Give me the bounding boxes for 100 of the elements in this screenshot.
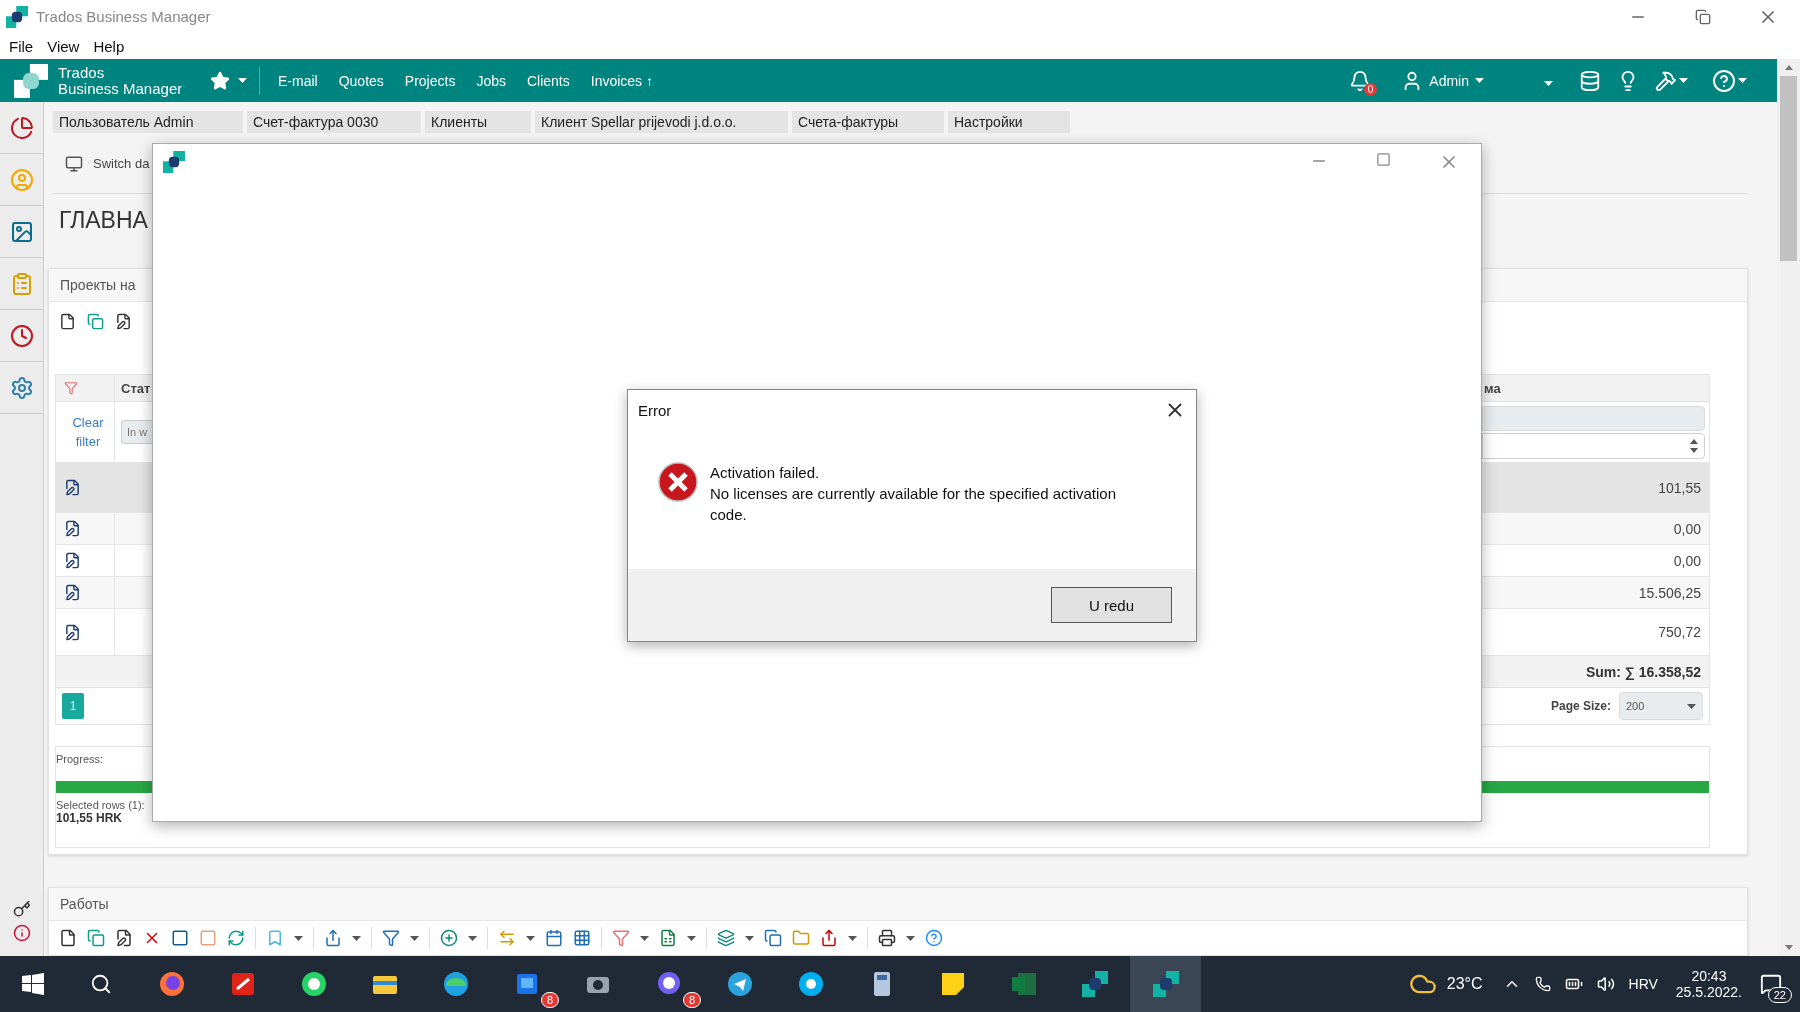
clear-filter-link[interactable]: Clear filter xyxy=(68,413,108,451)
tab[interactable]: Клиент Spellar prijevodi j.d.o.o. xyxy=(535,111,788,133)
nav-link[interactable]: Clients xyxy=(526,72,570,89)
monitor-icon[interactable] xyxy=(65,154,83,173)
filter-field[interactable] xyxy=(1482,405,1705,431)
switch-dashboard-link[interactable]: Switch da xyxy=(93,156,150,172)
caret-icon xyxy=(352,935,361,941)
caret-icon xyxy=(294,935,303,941)
grid-icon[interactable] xyxy=(573,929,591,947)
table-cell: 15.506,25 xyxy=(1482,576,1709,608)
spreadsheet-icon[interactable] xyxy=(1009,970,1038,998)
refresh-icon[interactable] xyxy=(227,929,245,947)
spreadsheet-icon[interactable] xyxy=(659,929,677,947)
settings-icon[interactable] xyxy=(9,375,34,400)
page-size-label: Page Size: xyxy=(1550,699,1611,713)
caret-icon xyxy=(906,935,915,941)
volume-icon[interactable] xyxy=(1596,975,1615,993)
nav-link[interactable]: E-mail xyxy=(278,72,318,89)
file-icon[interactable] xyxy=(59,929,77,947)
layers-icon[interactable] xyxy=(717,929,735,947)
calendar-icon[interactable] xyxy=(545,929,563,947)
edit-row-icon[interactable] xyxy=(64,584,81,601)
picture-frame-icon[interactable] xyxy=(9,219,34,244)
temperature: 23°C xyxy=(1446,975,1483,993)
printer-icon[interactable] xyxy=(878,929,896,947)
tab[interactable]: Пользователь Admin xyxy=(53,111,243,133)
filter-icon[interactable] xyxy=(382,929,400,947)
select-all-icon[interactable] xyxy=(171,929,189,947)
nav-link[interactable]: Quotes xyxy=(338,72,384,89)
filter-icon[interactable] xyxy=(612,929,630,947)
copy-icon[interactable] xyxy=(87,929,105,947)
caret-icon xyxy=(410,935,419,941)
number-filter-field[interactable] xyxy=(1482,432,1705,459)
tab[interactable]: Счета-фактуры xyxy=(792,111,944,133)
menu-item[interactable]: Help xyxy=(93,37,125,55)
error-message: No licenses are currently available for the specified activation code. xyxy=(710,484,1118,525)
logo-icon xyxy=(163,151,185,173)
hammer-icon[interactable] xyxy=(1655,69,1677,92)
app-badge: 8 xyxy=(682,992,701,1008)
add-icon[interactable] xyxy=(440,929,458,947)
logo-icon xyxy=(14,63,48,98)
star-icon[interactable] xyxy=(210,70,230,91)
edit-file-icon[interactable] xyxy=(115,929,133,947)
help-icon[interactable] xyxy=(925,929,943,947)
app-badge: 8 xyxy=(540,992,559,1008)
export-icon[interactable] xyxy=(324,929,342,947)
clock-time: 20:43 xyxy=(1691,968,1727,984)
page-heading: ГЛАВНА xyxy=(59,207,149,236)
copy-icon[interactable] xyxy=(87,312,104,330)
scrollbar-thumb[interactable] xyxy=(1780,76,1797,261)
clock-icon[interactable] xyxy=(9,323,34,348)
edit-row-icon[interactable] xyxy=(64,552,81,569)
key-icon[interactable] xyxy=(12,900,31,918)
language-indicator[interactable]: HRV xyxy=(1628,976,1658,992)
filter-icon[interactable] xyxy=(64,381,78,395)
table-cell: 0,00 xyxy=(1482,512,1709,544)
pie-chart-icon[interactable] xyxy=(9,115,34,140)
file-icon[interactable] xyxy=(59,312,76,330)
status-filter-field[interactable]: In w xyxy=(121,420,152,444)
edit-row-icon[interactable] xyxy=(64,520,81,537)
menu-item[interactable]: File xyxy=(9,37,34,55)
caret-icon xyxy=(640,935,649,941)
logo-icon[interactable] xyxy=(1151,970,1180,998)
tab[interactable]: Счет-фактура 0030 xyxy=(247,111,421,133)
database-icon[interactable] xyxy=(1579,69,1601,92)
paper-plane-icon[interactable] xyxy=(725,970,754,998)
spinner-arrows-icon[interactable] xyxy=(1690,437,1698,454)
caret-icon xyxy=(526,935,535,941)
info-icon[interactable] xyxy=(12,924,31,942)
restore-icon[interactable] xyxy=(1694,8,1711,25)
panel-title: Работы xyxy=(60,896,109,912)
menu-item[interactable]: View xyxy=(47,37,80,55)
tab[interactable]: Настройки xyxy=(948,111,1070,133)
notification-count: 22 xyxy=(1767,987,1792,1003)
copy-icon[interactable] xyxy=(764,929,782,947)
progress-label: Progress: xyxy=(56,753,105,765)
tab[interactable]: Клиенты xyxy=(425,111,531,133)
page-size-select[interactable]: 200 xyxy=(1619,692,1703,720)
caret-icon xyxy=(468,935,477,941)
caret-icon xyxy=(1544,80,1553,86)
browser-icon[interactable] xyxy=(157,970,186,998)
browser-icon[interactable] xyxy=(441,970,470,998)
edit-row-icon[interactable] xyxy=(64,623,81,641)
nav-link[interactable]: Jobs xyxy=(476,72,506,89)
column-header[interactable]: ма xyxy=(1482,375,1709,402)
search-icon[interactable] xyxy=(90,973,112,995)
logo-icon[interactable] xyxy=(1080,970,1109,998)
nav-link[interactable]: Projects xyxy=(404,72,456,89)
error-icon xyxy=(658,462,698,502)
device-icon[interactable] xyxy=(1534,976,1551,992)
edit-file-icon[interactable] xyxy=(115,312,132,330)
sum-total: Sum: ∑ 16.358,52 xyxy=(1585,663,1701,680)
ok-button[interactable]: U redu xyxy=(1051,587,1172,623)
nav-link[interactable]: Invoices ↑ xyxy=(590,72,653,89)
start-icon[interactable] xyxy=(22,973,44,995)
user-menu[interactable]: Admin xyxy=(1429,72,1469,89)
caret-icon xyxy=(238,78,247,83)
edit-row-icon[interactable] xyxy=(64,479,81,496)
share-icon[interactable] xyxy=(820,929,838,947)
selected-total: 101,55 HRK xyxy=(56,811,124,825)
